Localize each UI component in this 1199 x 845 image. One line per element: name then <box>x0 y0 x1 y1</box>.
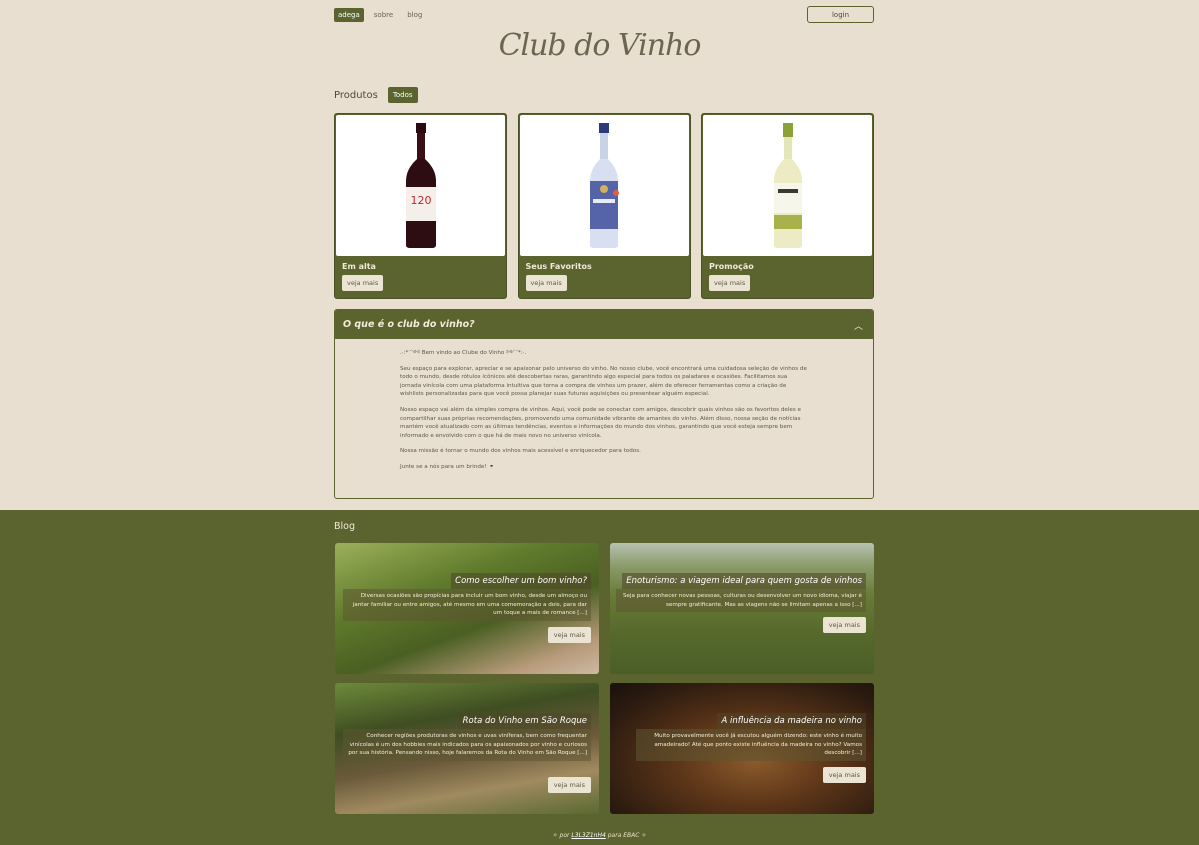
accordion-header[interactable]: O que é o club do vinho? ︿ <box>335 310 873 339</box>
nav-item-sobre[interactable]: sobre <box>370 8 397 22</box>
bottle-label-text: 120 <box>410 194 431 207</box>
login-button[interactable]: login <box>807 6 874 23</box>
footer-author-link[interactable]: L3L3Z1nH4 <box>571 832 605 839</box>
post-overlay: Como escolher um bom vinho? Diversas oca… <box>343 568 591 621</box>
about-paragraph: Nosso espaço vai além da simples compra … <box>400 406 801 439</box>
product-card[interactable]: Promoção veja mais <box>701 113 874 299</box>
product-card[interactable]: 120 Em alta veja mais <box>334 113 507 299</box>
top-nav: adega sobre blog login <box>334 6 874 23</box>
products-heading: Produtos <box>334 89 378 101</box>
blue-wine-bottle-icon <box>590 123 619 248</box>
post-title: A influência da madeira no vinho <box>717 713 866 729</box>
product-title: Em alta <box>342 262 376 271</box>
red-wine-bottle-icon: 120 <box>405 123 436 248</box>
veja-mais-button[interactable]: veja mais <box>547 777 591 793</box>
product-image: 120 <box>336 115 505 256</box>
veja-mais-button[interactable]: veja mais <box>547 627 591 643</box>
nav-item-adega[interactable]: adega <box>334 7 364 22</box>
about-paragraph: Seu espaço para explorar, apreciar e se … <box>400 365 807 398</box>
post-excerpt: Muito provavelmente você já escutou algu… <box>636 729 866 761</box>
product-title: Seus Favoritos <box>525 262 592 271</box>
about-paragraph: Nossa missão é tornar o mundo dos vinhos… <box>400 448 641 455</box>
post-title: Rota do Vinho em São Roque <box>458 713 591 729</box>
products-header: Produtos Todos <box>334 86 874 104</box>
blog-post-card[interactable]: Enoturismo: a viagem ideal para quem gos… <box>610 543 874 674</box>
accordion-title: O que é o club do vinho? <box>343 319 475 330</box>
veja-mais-button[interactable]: veja mais <box>822 767 866 783</box>
about-accordion: O que é o club do vinho? ︿ .·:*¨༺ Bem vi… <box>334 309 874 499</box>
footer: ✧ por L3L3Z1nH4 para EBAC ✧ <box>0 832 1199 839</box>
accordion-body: .·:*¨༺ Bem vindo ao Clube do Vinho ༻¨*:·… <box>335 339 873 472</box>
post-excerpt: Diversas ocasiões são propícias para inc… <box>343 589 591 621</box>
post-overlay: A influência da madeira no vinho Muito p… <box>636 708 866 761</box>
site-logo[interactable]: Club do Vinho <box>0 28 1199 63</box>
about-paragraph: .·:*¨༺ Bem vindo ao Clube do Vinho ༻¨*:·… <box>400 350 527 356</box>
post-overlay: Enoturismo: a viagem ideal para quem gos… <box>616 568 866 613</box>
blog-section <box>0 510 1199 845</box>
nav-item-blog[interactable]: blog <box>403 8 426 22</box>
chevron-up-icon[interactable]: ︿ <box>854 319 863 332</box>
blog-post-card[interactable]: Rota do Vinho em São Roque Conhecer regi… <box>335 683 599 814</box>
blog-post-card[interactable]: Como escolher um bom vinho? Diversas oca… <box>335 543 599 674</box>
post-excerpt: Conhecer regiões produtoras de vinhos e … <box>343 729 591 761</box>
post-title: Enoturismo: a viagem ideal para quem gos… <box>622 573 866 589</box>
post-overlay: Rota do Vinho em São Roque Conhecer regi… <box>343 708 591 761</box>
product-title: Promoção <box>709 262 754 271</box>
veja-mais-button[interactable]: veja mais <box>709 275 751 291</box>
veja-mais-button[interactable]: veja mais <box>342 275 384 291</box>
footer-suffix: para EBAC ✧ <box>607 832 647 839</box>
veja-mais-button[interactable]: veja mais <box>822 617 866 633</box>
white-wine-bottle-icon <box>773 123 802 248</box>
product-card[interactable]: Seus Favoritos veja mais <box>517 113 691 299</box>
blog-heading: Blog <box>334 521 355 532</box>
footer-prefix: ✧ por <box>552 832 570 839</box>
veja-mais-button[interactable]: veja mais <box>525 275 567 291</box>
filter-todos-button[interactable]: Todos <box>387 87 418 103</box>
product-image <box>703 115 872 256</box>
product-image <box>519 115 689 256</box>
blog-post-card[interactable]: A influência da madeira no vinho Muito p… <box>610 683 874 814</box>
post-excerpt: Seja para conhecer novas pessoas, cultur… <box>616 589 866 613</box>
about-paragraph: Junte se a nós para um brinde! 🍷 <box>400 463 496 470</box>
post-title: Como escolher um bom vinho? <box>451 573 591 589</box>
product-cards: 120 Em alta veja mais Seus Favoritos vej… <box>334 113 874 299</box>
